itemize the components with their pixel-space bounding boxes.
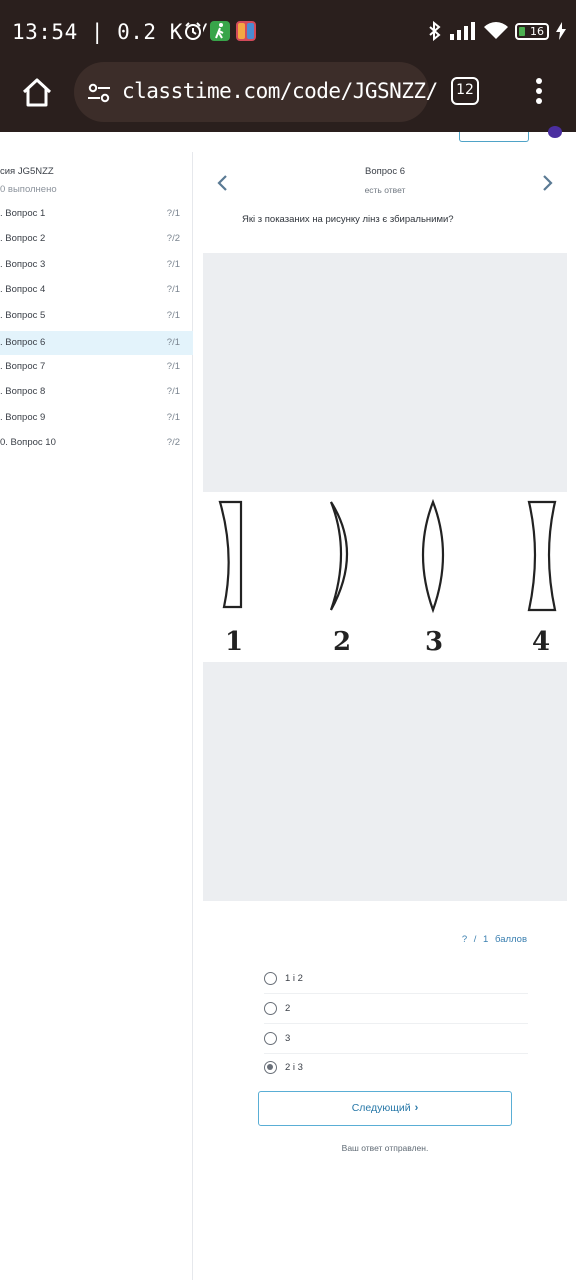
sidebar-item-score: ?/1 [166, 310, 180, 321]
sidebar-item-question-10[interactable]: 0. Вопрос 10 ?/2 [0, 431, 193, 455]
sidebar-item-question-2[interactable]: . Вопрос 2 ?/2 [0, 227, 193, 251]
sidebar-item-score: ?/2 [166, 233, 180, 244]
sidebar-item-label: . Вопрос 7 [0, 361, 46, 372]
flash-app-icon [236, 21, 256, 41]
question-text: Які з показаних на рисунку лінз є збирал… [242, 214, 454, 225]
sidebar-item-label: . Вопрос 1 [0, 208, 46, 219]
status-bar: 13:54 | 0.2 КБ/с 16 [0, 0, 576, 62]
sidebar-item-score: ?/2 [166, 437, 180, 448]
sidebar-item-score: ?/1 [166, 412, 180, 423]
sidebar-item-label: . Вопрос 5 [0, 310, 46, 321]
answer-option-3[interactable]: 3 [264, 1024, 528, 1054]
sidebar-item-label: . Вопрос 2 [0, 233, 46, 244]
radio-button[interactable] [264, 1032, 277, 1045]
question-title: Вопрос 6 [364, 166, 405, 177]
avatar[interactable] [548, 126, 562, 138]
walking-app-icon [210, 21, 230, 41]
chevron-right-icon: › [414, 1102, 419, 1114]
radio-button[interactable] [264, 1002, 277, 1015]
answer-option-label: 3 [285, 1033, 291, 1044]
battery-indicator: 16 [515, 22, 549, 40]
home-button[interactable] [18, 74, 56, 112]
sidebar-item-question-4[interactable]: . Вопрос 4 ?/1 [0, 278, 193, 302]
answer-option-label: 2 [285, 1003, 291, 1014]
question-panel: Вопрос 6 есть ответ Які з показаних на р… [194, 152, 576, 1280]
sidebar-item-label: . Вопрос 9 [0, 412, 46, 423]
sidebar-item-question-6[interactable]: . Вопрос 6 ?/1 [0, 331, 193, 355]
sidebar-item-question-9[interactable]: . Вопрос 9 ?/1 [0, 406, 193, 430]
points-max: 1 [483, 934, 489, 945]
question-sidebar: сия JG5NZZ 0 выполнено . Вопрос 1 ?/1 . … [0, 152, 193, 1280]
answer-sent-message: Ваш ответ отправлен. [341, 1143, 429, 1153]
sidebar-item-question-8[interactable]: . Вопрос 8 ?/1 [0, 380, 193, 404]
sidebar-item-label: . Вопрос 8 [0, 386, 46, 397]
points-indicator: ? / 1 баллов [458, 934, 527, 945]
browser-toolbar: classtime.com/code/JGSNZZ/ 12 [0, 62, 576, 132]
answer-option-2[interactable]: 2 [264, 994, 528, 1024]
question-image-area: 1 2 3 4 [203, 253, 567, 901]
sidebar-item-question-5[interactable]: . Вопрос 5 ?/1 [0, 304, 193, 328]
tab-switcher-button[interactable]: 12 [451, 77, 479, 105]
sidebar-item-score: ?/1 [166, 284, 180, 295]
sidebar-item-label: . Вопрос 4 [0, 284, 46, 295]
sidebar-item-score: ?/1 [166, 259, 180, 270]
sidebar-item-label: . Вопрос 6 [0, 337, 46, 348]
header-button[interactable] [459, 132, 529, 142]
session-title: сия JG5NZZ [0, 166, 54, 177]
sidebar-item-question-7[interactable]: . Вопрос 7 ?/1 [0, 355, 193, 379]
status-indicators: 16 [428, 20, 566, 42]
sidebar-item-label: 0. Вопрос 10 [0, 437, 56, 448]
sidebar-item-score: ?/1 [166, 361, 180, 372]
tune-icon[interactable] [86, 80, 112, 106]
radio-button[interactable] [264, 972, 277, 985]
figure-label-4: 4 [532, 627, 550, 657]
answer-option-label: 1 і 2 [285, 973, 303, 984]
session-progress: 0 выполнено [0, 184, 57, 195]
wifi-icon [484, 22, 508, 39]
figure-label-2: 2 [333, 627, 351, 657]
figure-label-3: 3 [425, 627, 443, 657]
page-content: сия JG5NZZ 0 выполнено . Вопрос 1 ?/1 . … [0, 126, 576, 1280]
alarm-app-icon [183, 21, 203, 41]
next-button-label: Следующий [351, 1102, 411, 1114]
points-unit: баллов [494, 934, 527, 945]
sidebar-item-question-1[interactable]: . Вопрос 1 ?/1 [0, 202, 193, 226]
battery-level: 16 [530, 24, 544, 38]
sidebar-item-score: ?/1 [166, 208, 180, 219]
answer-option-label: 2 і 3 [285, 1062, 303, 1073]
chevron-right-icon[interactable] [540, 174, 554, 192]
more-vert-icon[interactable] [530, 76, 548, 108]
sidebar-item-question-3[interactable]: . Вопрос 3 ?/1 [0, 253, 193, 277]
sidebar-item-score: ?/1 [166, 337, 180, 348]
sidebar-item-score: ?/1 [166, 386, 180, 397]
home-icon [22, 78, 52, 107]
address-bar[interactable]: classtime.com/code/JGSNZZ/ [74, 62, 438, 122]
figure-label-1: 1 [225, 627, 243, 657]
bluetooth-icon [429, 21, 441, 41]
radio-button-selected[interactable] [264, 1061, 277, 1074]
answer-option-1[interactable]: 1 і 2 [264, 964, 528, 994]
signal-icon [450, 22, 475, 40]
url-text[interactable]: classtime.com/code/JGSNZZ/ [122, 79, 438, 103]
answer-option-4[interactable]: 2 і 3 [264, 1053, 528, 1083]
lenses-figure: 1 2 3 4 [203, 492, 567, 662]
next-button[interactable]: Следующий › [258, 1091, 512, 1126]
question-status: есть ответ [364, 185, 406, 195]
points-got: ? [461, 934, 468, 945]
points-separator: / [473, 934, 477, 945]
charging-icon [556, 22, 566, 40]
sidebar-item-label: . Вопрос 3 [0, 259, 46, 270]
